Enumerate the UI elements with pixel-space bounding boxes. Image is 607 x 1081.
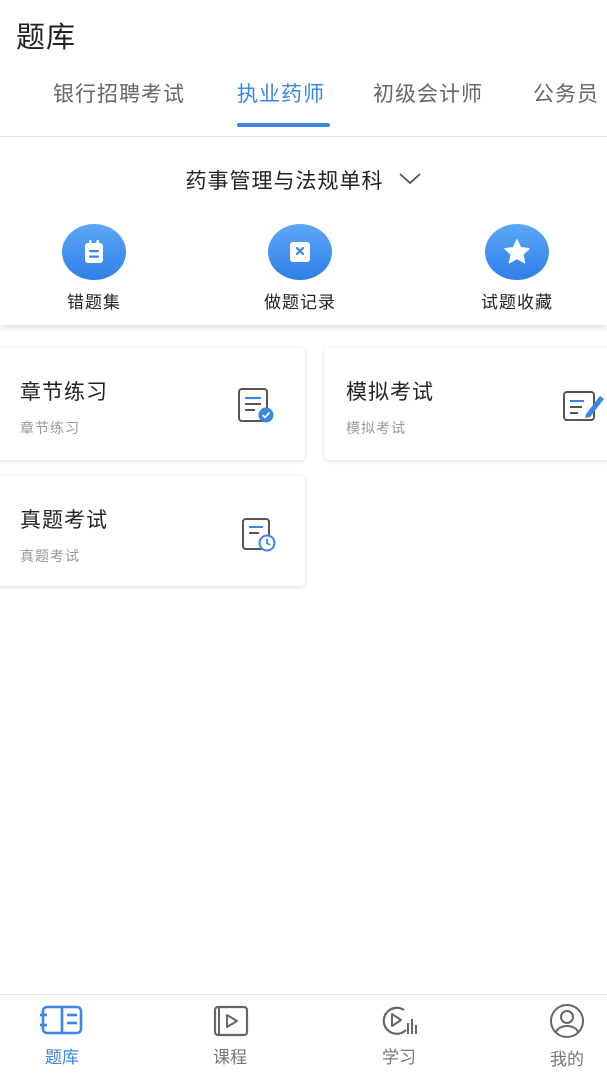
nav-courses[interactable]: 课程 [190,1003,270,1068]
chapter-practice-subtitle: 章节练习 [20,421,80,437]
wrong-questions-label: 错题集 [67,293,121,313]
nav-study-label: 学习 [382,1048,416,1068]
user-icon [527,1003,607,1043]
question-bank-icon [22,1003,102,1041]
timed-document-icon [240,516,280,558]
nav-question-bank-label: 题库 [45,1048,79,1068]
chapter-practice-title: 章节练习 [20,380,108,404]
record-x-icon [268,224,332,280]
tab-bank-recruitment[interactable]: 银行招聘考试 [53,78,185,108]
nav-question-bank[interactable]: 题库 [22,1003,102,1068]
page-title: 题库 [16,20,77,54]
tab-licensed-pharmacist[interactable]: 执业药师 [237,78,325,108]
mock-exam-card[interactable]: 模拟考试 模拟考试 [324,348,607,460]
nav-courses-label: 课程 [213,1048,247,1068]
chevron-down-icon [398,167,422,191]
practice-record-label: 做题记录 [264,293,336,313]
play-study-icon [359,1003,439,1041]
practice-record-button[interactable]: 做题记录 [230,224,370,313]
mock-exam-subtitle: 模拟考试 [346,421,406,437]
real-exam-title: 真题考试 [20,508,108,532]
checklist-icon [235,386,279,430]
favorites-label: 试题收藏 [481,293,553,313]
category-tabs[interactable]: 师 银行招聘考试 执业药师 初级会计师 公务员 [0,64,607,138]
edit-document-icon [562,388,606,428]
chapter-practice-card[interactable]: 章节练习 章节练习 [0,348,305,460]
video-course-icon [190,1003,270,1041]
app-header: 题库 [0,0,607,64]
nav-mine-label: 我的 [550,1050,584,1070]
notebook-icon [62,224,126,280]
real-exam-card[interactable]: 真题考试 真题考试 [0,476,305,586]
active-tab-indicator [237,123,330,127]
subject-label: 药事管理与法规单科 [185,169,384,193]
real-exam-subtitle: 真题考试 [20,549,80,565]
tab-junior-accountant[interactable]: 初级会计师 [373,78,483,108]
bottom-navigation: 题库 课程 学习 我的 [0,994,607,1081]
subject-selector[interactable]: 药事管理与法规单科 [0,165,607,195]
mock-exam-title: 模拟考试 [346,380,434,404]
star-icon [485,224,549,280]
wrong-questions-button[interactable]: 错题集 [24,224,164,313]
tab-civil-servant[interactable]: 公务员 [533,78,599,108]
nav-study[interactable]: 学习 [359,1003,439,1068]
subject-panel: 药事管理与法规单科 错题集 做题记录 试题收藏 [0,137,607,325]
nav-mine[interactable]: 我的 [527,1003,607,1070]
favorites-button[interactable]: 试题收藏 [447,224,587,313]
